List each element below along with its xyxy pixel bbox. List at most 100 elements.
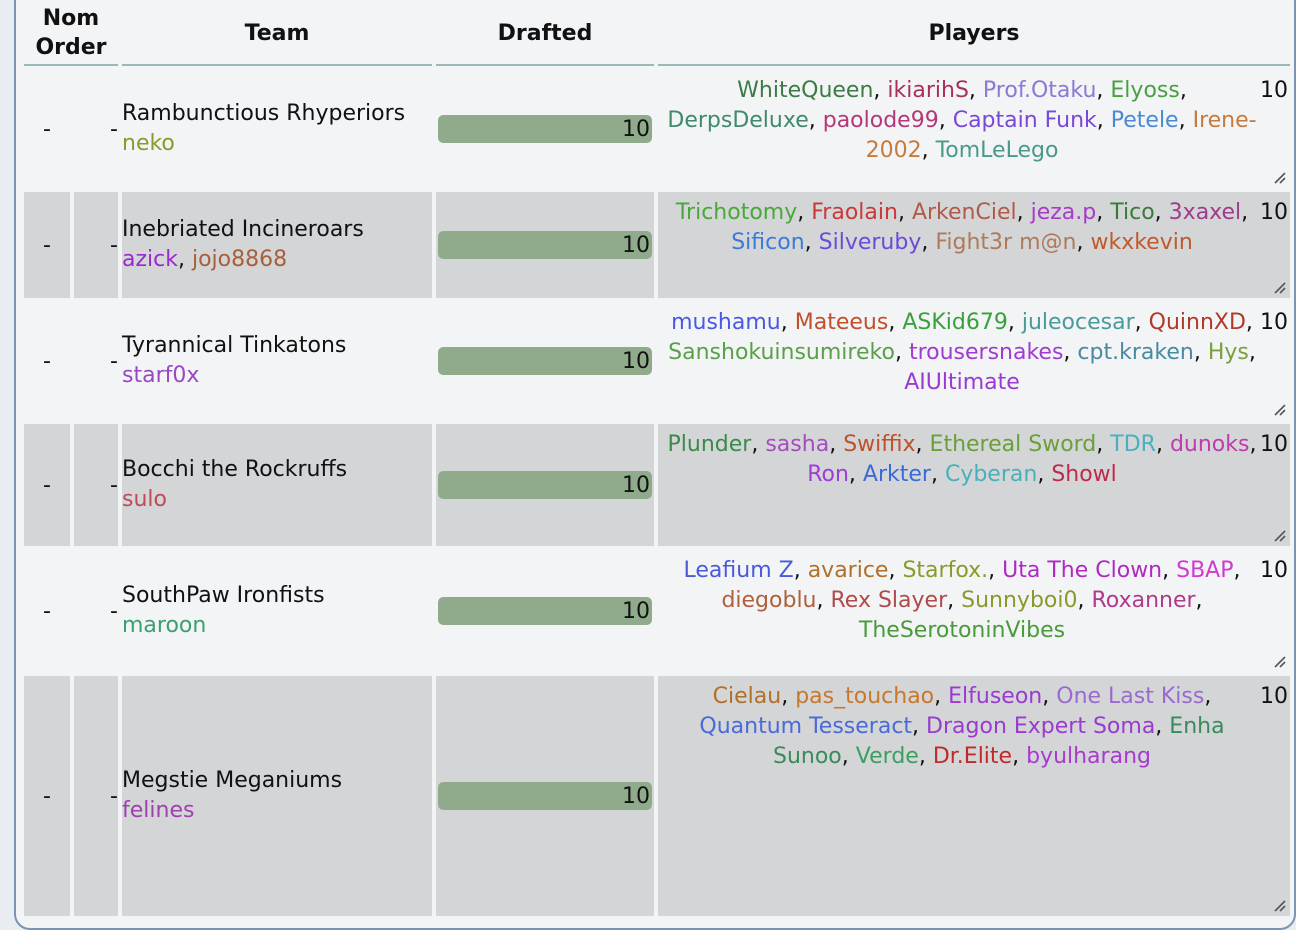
drafted-cell: 10 [436, 302, 654, 420]
player-name[interactable]: avarice [808, 558, 889, 583]
player-name[interactable]: WhiteQueen [737, 78, 873, 103]
player-name[interactable]: Tico [1110, 200, 1154, 225]
player-name[interactable]: 3xaxel [1169, 200, 1242, 225]
player-name[interactable]: DerpsDeluxe [667, 108, 808, 133]
player-name[interactable]: Dragon Expert Soma [926, 714, 1155, 739]
owner-name[interactable]: starf0x [122, 363, 199, 388]
resize-handle-icon[interactable] [1272, 898, 1286, 912]
player-name[interactable]: cpt.kraken [1077, 340, 1193, 365]
player-name[interactable]: Elfuseon [948, 684, 1042, 709]
player-name[interactable]: trousersnakes [909, 340, 1063, 365]
player-name[interactable]: TheSerotoninVibes [859, 618, 1065, 643]
separator: , [894, 340, 909, 365]
resize-handle-icon[interactable] [1272, 528, 1286, 542]
player-name[interactable]: Roxanner [1091, 588, 1195, 613]
players-cell[interactable]: Plunder, sasha, Swiffix, Ethereal Sword,… [658, 424, 1290, 546]
separator: , [781, 684, 796, 709]
player-name[interactable]: diegoblu [721, 588, 816, 613]
order-cell: - [74, 676, 118, 916]
player-name[interactable]: TDR [1110, 432, 1156, 457]
player-name[interactable]: Arkter [863, 462, 931, 487]
player-name[interactable]: Showl [1051, 462, 1116, 487]
player-name[interactable]: Petele [1111, 108, 1179, 133]
player-name[interactable]: Fraolain [811, 200, 898, 225]
player-name[interactable]: Fight3r m@n [935, 230, 1076, 255]
separator: , [1007, 310, 1022, 335]
resize-handle-icon[interactable] [1272, 402, 1286, 416]
player-name[interactable]: ASKid679 [902, 310, 1008, 335]
nom-cell: - [24, 192, 70, 298]
header-drafted[interactable]: Drafted [436, 2, 654, 66]
player-name[interactable]: Uta The Clown [1002, 558, 1162, 583]
players-cell[interactable]: Leafium Z, avarice, Starfox., Uta The Cl… [658, 550, 1290, 672]
drafted-progress-bar: 10 [438, 347, 652, 375]
player-name[interactable]: Dr.Elite [933, 744, 1012, 769]
player-name[interactable]: TomLeLego [936, 138, 1059, 163]
player-name[interactable]: mushamu [671, 310, 781, 335]
header-players[interactable]: Players [658, 2, 1290, 66]
separator: , [829, 432, 844, 457]
player-name[interactable]: Sificon [731, 230, 804, 255]
owner-name[interactable]: azick [122, 247, 178, 272]
player-name[interactable]: Starfox. [902, 558, 988, 583]
player-name[interactable]: Mateeus [795, 310, 889, 335]
player-name[interactable]: dunoks [1170, 432, 1250, 457]
player-name[interactable]: Verde [856, 744, 919, 769]
players-cell[interactable]: WhiteQueen, ikiarihS, Prof.Otaku, Elyoss… [658, 70, 1290, 188]
owner-name[interactable]: jojo8868 [192, 247, 287, 272]
drafted-progress-fill [438, 597, 652, 625]
team-name: Bocchi the Rockruffs [122, 457, 348, 482]
player-name[interactable]: Quantum Tesseract [699, 714, 912, 739]
player-name[interactable]: sasha [765, 432, 829, 457]
player-name[interactable]: Silveruby [819, 230, 922, 255]
player-name[interactable]: Plunder [668, 432, 752, 457]
drafted-cell: 10 [436, 192, 654, 298]
player-name[interactable]: jeza.p [1031, 200, 1097, 225]
resize-handle-icon[interactable] [1272, 170, 1286, 184]
player-name[interactable]: Sanshokuinsumireko [668, 340, 895, 365]
player-name[interactable]: Captain Funk [953, 108, 1097, 133]
player-name[interactable]: Ron [807, 462, 849, 487]
nom-cell: - [24, 676, 70, 916]
owner-name[interactable]: neko [122, 131, 175, 156]
player-name[interactable]: Cyberan [945, 462, 1037, 487]
separator: , [934, 684, 949, 709]
players-cell[interactable]: Trichotomy, Fraolain, ArkenCiel, jeza.p,… [658, 192, 1290, 298]
players-cell[interactable]: mushamu, Mateeus, ASKid679, juleocesar, … [658, 302, 1290, 420]
player-name[interactable]: paolode99 [823, 108, 939, 133]
player-name[interactable]: Hys [1208, 340, 1249, 365]
player-name[interactable]: SBAP [1176, 558, 1233, 583]
resize-handle-icon[interactable] [1272, 654, 1286, 668]
team-row: - - Inebriated Incineroars azick, jojo88… [24, 192, 1290, 298]
separator: , [1134, 310, 1149, 335]
player-name[interactable]: ArkenCiel [912, 200, 1017, 225]
players-cell[interactable]: Cielau, pas_touchao, Elfuseon, One Last … [658, 676, 1290, 916]
player-name[interactable]: ikiarihS [887, 78, 969, 103]
player-name[interactable]: Cielau [713, 684, 782, 709]
player-name[interactable]: Sunnyboi0 [961, 588, 1077, 613]
player-name[interactable]: AIUltimate [904, 370, 1020, 395]
player-name[interactable]: Prof.Otaku [983, 78, 1096, 103]
player-name[interactable]: Elyoss [1110, 78, 1179, 103]
player-name[interactable]: Swiffix [843, 432, 915, 457]
player-name[interactable]: QuinnXD [1149, 310, 1246, 335]
header-team[interactable]: Team [122, 2, 432, 66]
player-name[interactable]: byulharang [1026, 744, 1151, 769]
player-name[interactable]: wkxkevin [1090, 230, 1192, 255]
owner-name[interactable]: felines [122, 798, 194, 823]
player-name[interactable]: Ethereal Sword [930, 432, 1097, 457]
player-name[interactable]: juleocesar [1022, 310, 1135, 335]
player-list: Cielau, pas_touchao, Elfuseon, One Last … [699, 684, 1224, 769]
owner-name[interactable]: maroon [122, 613, 206, 638]
player-name[interactable]: Trichotomy [676, 200, 797, 225]
owner-name[interactable]: sulo [122, 487, 167, 512]
player-name[interactable]: Leafium Z [684, 558, 794, 583]
resize-handle-icon[interactable] [1272, 280, 1286, 294]
team-name: Megstie Meganiums [122, 768, 343, 793]
order-cell: - [74, 192, 118, 298]
player-name[interactable]: Rex Slayer [831, 588, 948, 613]
player-name[interactable]: One Last Kiss [1056, 684, 1204, 709]
separator: , [1162, 558, 1177, 583]
player-name[interactable]: pas_touchao [795, 684, 934, 709]
header-nom-order[interactable]: Nom Order [24, 2, 118, 66]
